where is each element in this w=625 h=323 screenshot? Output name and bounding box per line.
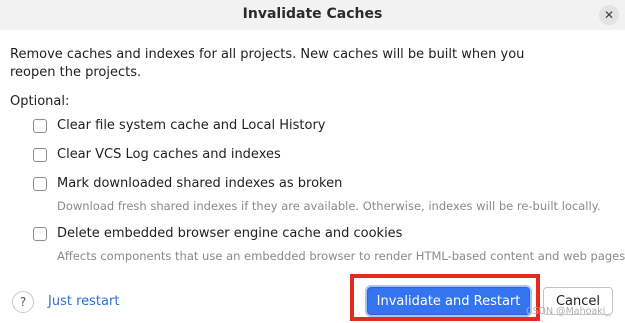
option-label: Clear VCS Log caches and indexes (57, 147, 281, 162)
option-label: Delete embedded browser engine cache and… (57, 226, 403, 241)
dialog-title: Invalidate Caches (242, 6, 383, 22)
close-icon: ✕ (603, 8, 615, 22)
checkbox[interactable] (33, 147, 47, 162)
option-mark-shared-indexes-broken[interactable]: Mark downloaded shared indexes as broken (33, 176, 342, 191)
option-delete-browser-cache[interactable]: Delete embedded browser engine cache and… (33, 226, 402, 241)
checkbox[interactable] (33, 176, 47, 191)
option-label: Clear file system cache and Local Histor… (57, 118, 326, 133)
option-hint: Download fresh shared indexes if they ar… (57, 199, 601, 213)
question-mark-icon: ? (19, 295, 27, 309)
option-label: Mark downloaded shared indexes as broken (57, 176, 343, 191)
description-text: Remove caches and indexes for all projec… (10, 47, 525, 80)
just-restart-link[interactable]: Just restart (48, 294, 119, 309)
title-bar: Invalidate Caches ✕ (0, 0, 625, 30)
watermark-text: CSDN @Mahoaki_ (526, 306, 611, 317)
option-hint: Affects components that use an embedded … (57, 249, 625, 263)
checkbox[interactable] (33, 226, 47, 241)
optional-label: Optional: (10, 94, 70, 109)
close-button[interactable]: ✕ (599, 5, 619, 25)
option-clear-file-system-cache[interactable]: Clear file system cache and Local Histor… (33, 118, 326, 133)
invalidate-caches-dialog: Invalidate Caches ✕ Remove caches and in… (0, 0, 625, 323)
help-button[interactable]: ? (12, 291, 34, 313)
checkbox[interactable] (33, 118, 47, 133)
invalidate-and-restart-button[interactable]: Invalidate and Restart (367, 287, 530, 315)
option-clear-vcs-log-caches[interactable]: Clear VCS Log caches and indexes (33, 147, 281, 162)
